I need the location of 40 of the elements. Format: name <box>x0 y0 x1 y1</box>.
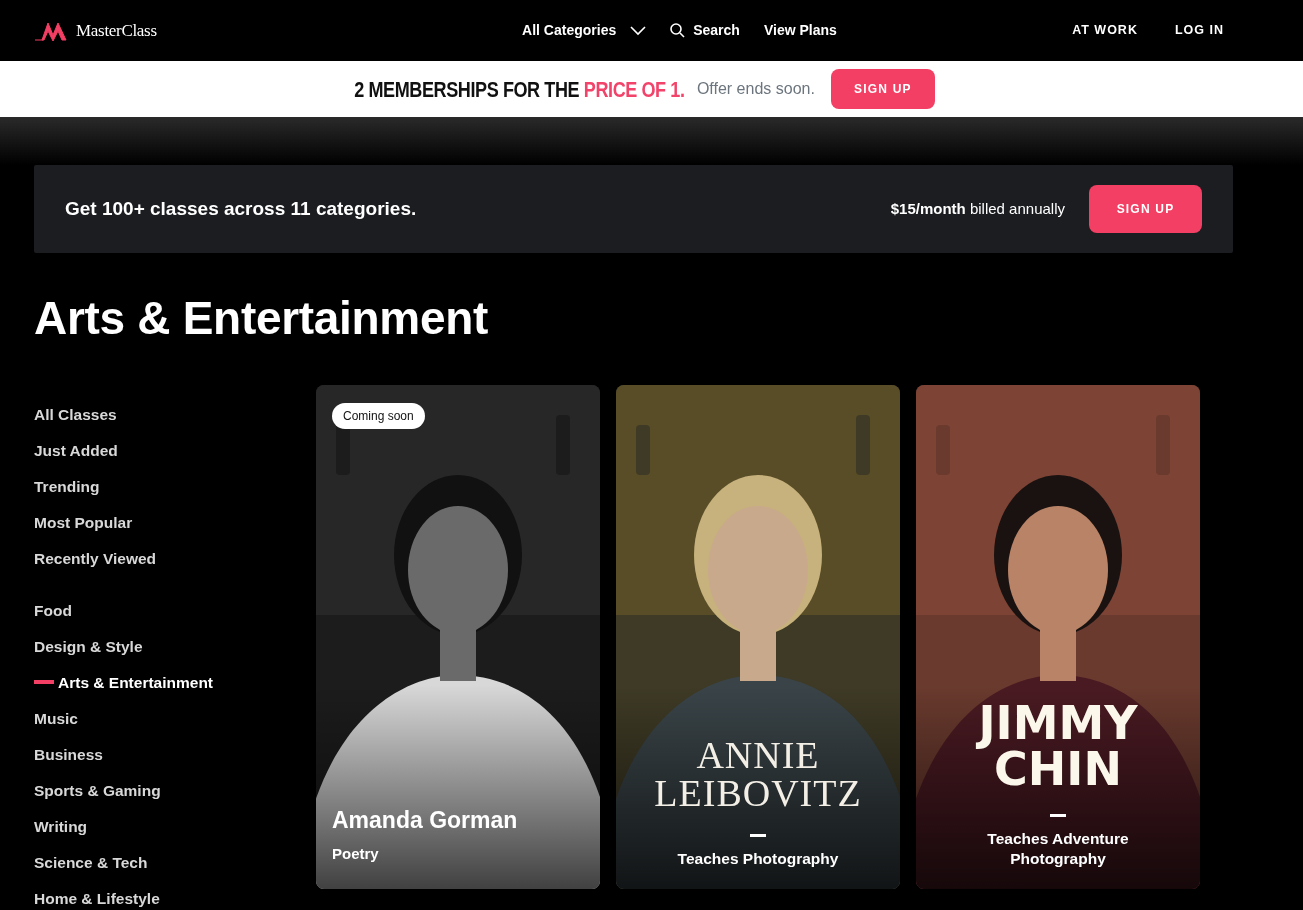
sidebar-item[interactable]: Design & Style <box>34 628 316 665</box>
search-button[interactable]: Search <box>670 20 740 41</box>
sidebar-item[interactable]: Food <box>34 592 316 629</box>
class-card[interactable]: Coming soon Amanda Gorman Poetry <box>316 385 600 890</box>
sidebar-item[interactable]: Most Popular <box>34 504 316 541</box>
sidebar-item[interactable]: All Classes <box>34 396 316 433</box>
class-subtitle: Teaches Adventure Photography <box>986 828 1130 870</box>
instructor-name: Amanda Gorman <box>332 805 518 835</box>
nav-link[interactable]: LOG IN <box>1174 21 1224 40</box>
sidebar-item[interactable]: Recently Viewed <box>34 540 316 577</box>
class-subtitle: Poetry <box>332 843 379 864</box>
instructor-name: JIMMY CHIN <box>978 699 1138 792</box>
sign-up-button[interactable]: SIGN UP <box>1089 185 1202 233</box>
sidebar-item[interactable]: Writing <box>34 808 316 845</box>
sidebar-item[interactable]: Home & Lifestyle <box>34 880 316 910</box>
chevron-down-icon <box>630 25 647 36</box>
instructor-name: ANNIE LEIBOVITZ <box>654 736 862 813</box>
page-heading: Arts & Entertainment <box>34 291 490 346</box>
status-badge: Coming soon <box>332 403 425 430</box>
sign-up-button[interactable]: SIGN UP <box>830 69 935 109</box>
sidebar-item[interactable]: Arts & Entertainment <box>34 664 316 701</box>
search-icon <box>670 23 686 38</box>
logo[interactable]: MasterClass <box>34 17 157 44</box>
sidebar-item[interactable]: Sports & Gaming <box>34 772 316 809</box>
class-card[interactable]: JIMMY CHIN Teaches Adventure Photography <box>916 385 1200 890</box>
banner-text: Get 100+ classes across 11 categories. <box>65 196 417 221</box>
sidebar-item[interactable]: Just Added <box>34 432 316 469</box>
categories-dropdown[interactable]: All Categories <box>522 20 647 41</box>
sidebar-item[interactable]: Science & Tech <box>34 844 316 881</box>
promo-note: Offer ends soon. <box>696 79 815 99</box>
nav-link[interactable]: View Plans <box>763 20 837 41</box>
logo-mark-icon <box>34 20 68 41</box>
price-text: $15/month billed annually <box>890 198 1065 219</box>
sidebar-item[interactable]: Trending <box>34 468 316 505</box>
sidebar-item[interactable]: Music <box>34 700 316 737</box>
class-card[interactable]: ANNIE LEIBOVITZ Teaches Photography <box>616 385 900 890</box>
sidebar-item[interactable]: Business <box>34 736 316 773</box>
nav-link[interactable]: AT WORK <box>1072 21 1138 40</box>
promo-headline: 2 MEMBERSHIPS FOR THE PRICE OF 1. <box>354 75 685 104</box>
class-subtitle: Teaches Photography <box>676 849 840 870</box>
